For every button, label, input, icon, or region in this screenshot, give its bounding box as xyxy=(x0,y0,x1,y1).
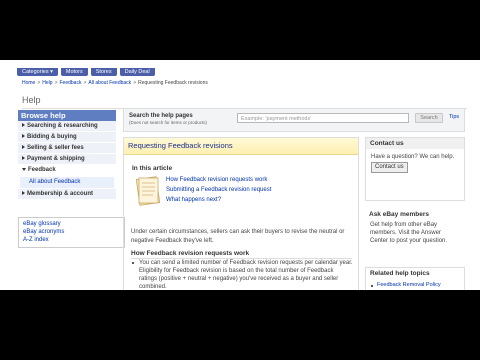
breadcrumb-separator: > xyxy=(54,80,58,86)
breadcrumb-feedback[interactable]: Feedback xyxy=(59,80,81,86)
sidebar-item-label: Selling & seller fees xyxy=(27,145,84,151)
breadcrumb-separator: > xyxy=(133,80,137,86)
list-item: Feedback Removal Policy xyxy=(366,279,464,288)
search-button[interactable]: Search xyxy=(415,113,443,123)
triangle-right-icon xyxy=(22,191,25,196)
search-input[interactable]: Example: 'payment methods' xyxy=(237,113,409,123)
sidebar-item-label: Membership & account xyxy=(27,191,94,197)
nav-tab-stores[interactable]: Stores xyxy=(90,68,117,76)
article-title: Requesting Feedback revisions xyxy=(124,138,358,155)
link-a-z-index[interactable]: A-Z index xyxy=(23,236,120,244)
triangle-down-icon xyxy=(22,167,26,171)
triangle-right-icon xyxy=(22,134,25,139)
toc-link-submitting[interactable]: Submitting a Feedback revision request xyxy=(166,185,271,195)
breadcrumb-current: Requesting Feedback revisions xyxy=(138,80,208,86)
sidebar-item-bidding[interactable]: Bidding & buying xyxy=(18,132,116,143)
breadcrumb-separator: > xyxy=(83,80,87,86)
ask-members-title: Ask eBay members xyxy=(365,209,463,220)
article-intro: Under certain circumstances, sellers can… xyxy=(131,229,345,244)
bullet-text: You can send a limited number of Feedbac… xyxy=(139,260,353,290)
sidebar-item-label: Feedback xyxy=(28,167,56,173)
sidebar-subitem-all-about-feedback[interactable]: All about Feedback xyxy=(20,177,114,188)
contact-us-text: Have a question? We can help. xyxy=(371,154,455,160)
triangle-right-icon xyxy=(22,156,25,161)
bullet-icon xyxy=(132,262,134,264)
in-this-article-heading: In this article xyxy=(132,165,173,172)
sidebar-item-searching[interactable]: Searching & researching xyxy=(18,121,116,132)
nav-tab-categories[interactable]: Categories ▾ xyxy=(17,68,58,76)
search-sublabel: (Does not search for items or products) xyxy=(129,120,208,125)
contact-us-title: Contact us xyxy=(366,138,464,149)
sidebar-item-membership[interactable]: Membership & account xyxy=(18,189,116,200)
page-title: Help xyxy=(22,95,41,105)
help-links-box: eBay glossary eBay acronyms A-Z index xyxy=(18,217,125,248)
link-ebay-glossary[interactable]: eBay glossary xyxy=(23,220,120,228)
sidebar-item-feedback[interactable]: Feedback xyxy=(18,165,116,176)
help-page: Categories ▾ Motors Stores Daily Deal Ho… xyxy=(0,60,480,290)
related-topics-box: Related help topics Feedback Removal Pol… xyxy=(365,267,465,290)
nav-tab-daily-deal[interactable]: Daily Deal xyxy=(119,68,155,76)
toc-link-how-it-works[interactable]: How Feedback revision requests work xyxy=(166,175,271,185)
search-tips-link[interactable]: Tips xyxy=(449,114,459,120)
breadcrumb-help[interactable]: Help xyxy=(42,80,52,86)
breadcrumb-separator: > xyxy=(37,80,41,86)
toc-link-what-next[interactable]: What happens next? xyxy=(166,195,271,205)
sidebar-item-label: Searching & researching xyxy=(27,123,98,129)
contact-us-box: Contact us Have a question? We can help.… xyxy=(365,137,465,201)
sidebar-item-payment[interactable]: Payment & shipping xyxy=(18,154,116,165)
triangle-right-icon xyxy=(22,123,25,128)
sidebar-item-label: Bidding & buying xyxy=(27,134,77,140)
help-search-bar: Search the help pages (Does not search f… xyxy=(123,108,465,132)
triangle-right-icon xyxy=(22,145,25,150)
list-item: You can send a limited number of Feedbac… xyxy=(131,259,353,290)
article-toc: How Feedback revision requests work Subm… xyxy=(166,175,271,205)
bullet-icon xyxy=(371,285,373,287)
sidebar-item-label: Payment & shipping xyxy=(27,156,85,162)
sidebar-title: Browse help xyxy=(18,110,116,121)
breadcrumb-home[interactable]: Home xyxy=(22,80,35,86)
breadcrumb-all-about-feedback[interactable]: All about Feedback xyxy=(88,80,131,86)
article-panel: Requesting Feedback revisions In this ar… xyxy=(123,137,359,290)
sidebar: Browse help Searching & researching Bidd… xyxy=(18,110,116,200)
contact-us-button[interactable]: Contact us xyxy=(371,162,408,173)
ask-members-box: Ask eBay members Get help from other eBa… xyxy=(365,209,463,257)
document-icon xyxy=(135,176,161,206)
nav-tab-motors[interactable]: Motors xyxy=(60,68,88,76)
search-label: Search the help pages xyxy=(129,113,193,119)
related-topics-title: Related help topics xyxy=(366,268,464,279)
sidebar-item-selling[interactable]: Selling & seller fees xyxy=(18,143,116,154)
breadcrumb: Home > Help > Feedback > All about Feedback > Re… xyxy=(22,80,208,86)
related-link-feedback-removal[interactable]: Feedback Removal Policy xyxy=(371,282,441,288)
link-ebay-acronyms[interactable]: eBay acronyms xyxy=(23,228,120,236)
section-heading: How Feedback revision requests work xyxy=(131,250,250,257)
ask-members-text: Get help from other eBay members. Visit … xyxy=(370,222,448,244)
top-nav: Categories ▾ Motors Stores Daily Deal xyxy=(17,68,155,76)
